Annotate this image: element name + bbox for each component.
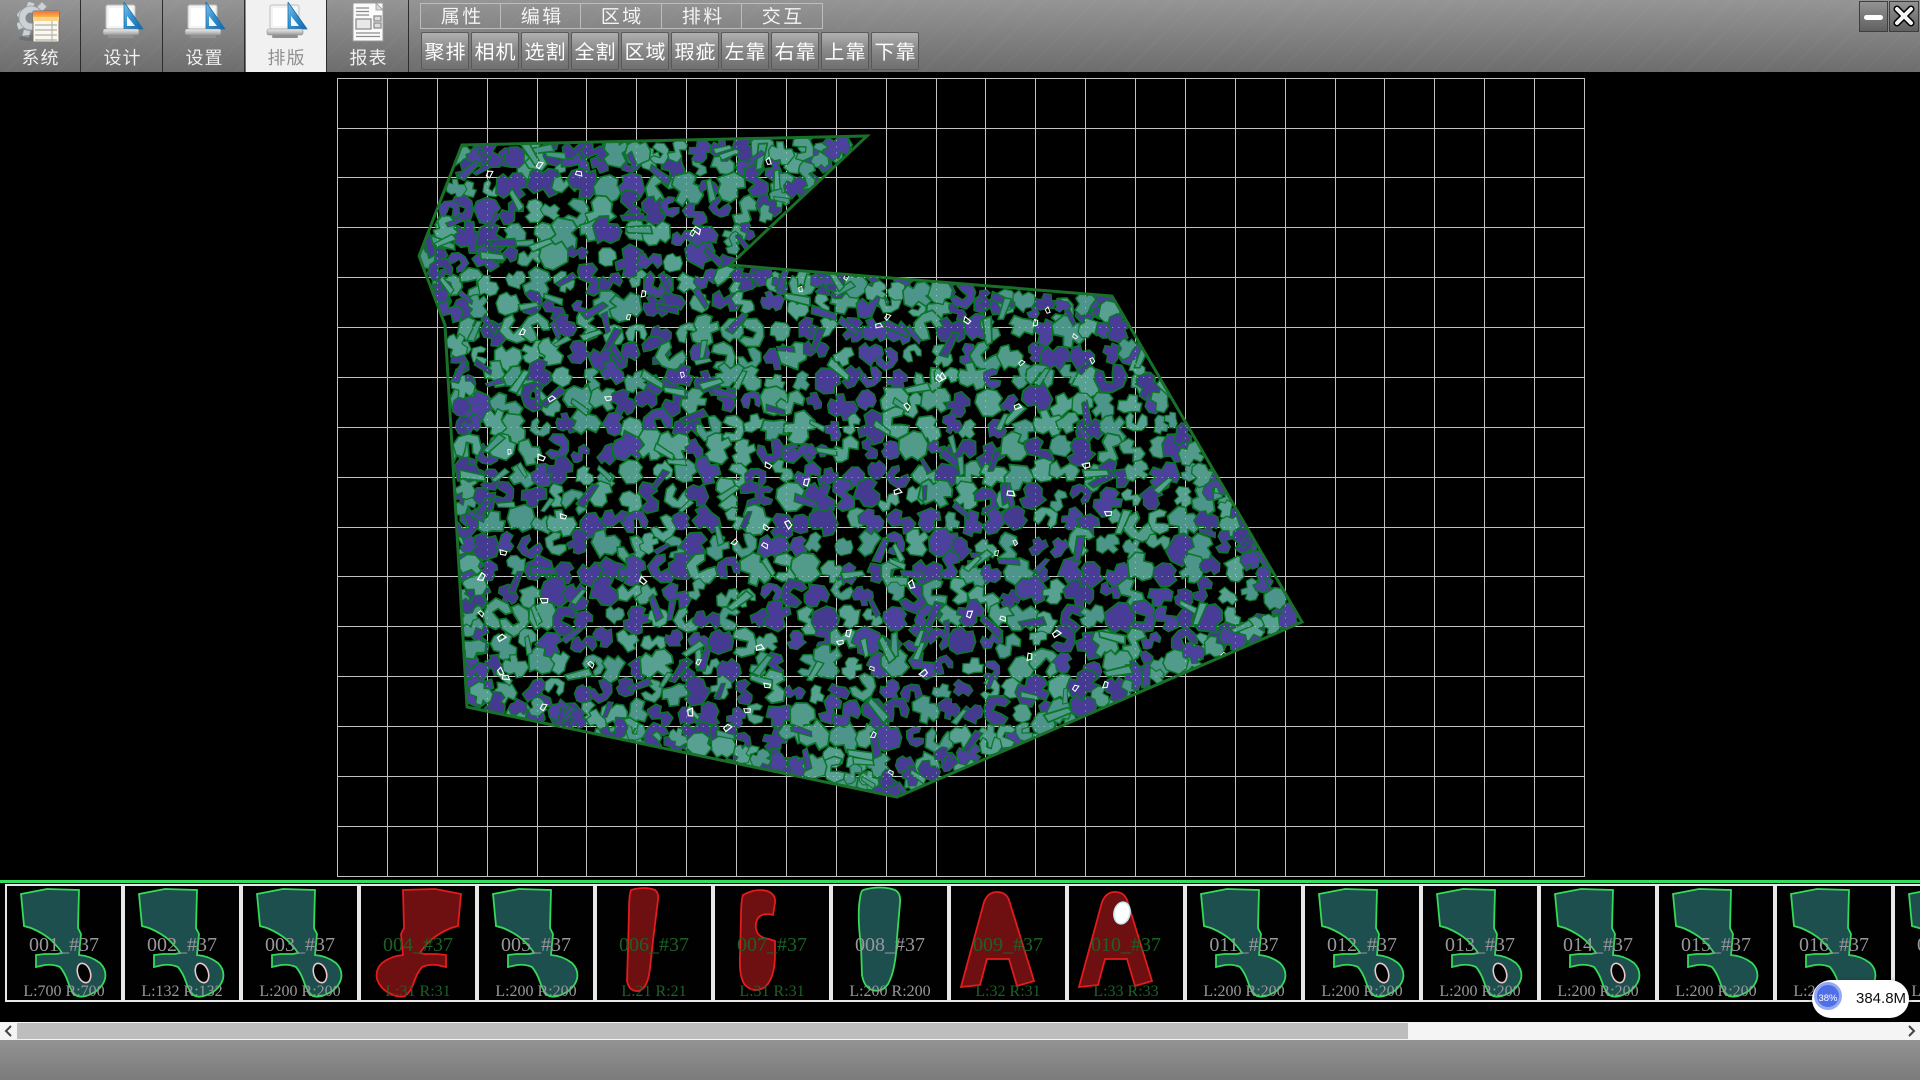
svg-text:012_#37: 012_#37 — [1327, 934, 1397, 956]
svg-text:015_#37: 015_#37 — [1681, 934, 1751, 956]
svg-text:004_#37: 004_#37 — [383, 934, 453, 956]
svg-text:L:200 R:200: L:200 R:200 — [495, 983, 576, 1000]
svg-text:014_#37: 014_#37 — [1563, 934, 1633, 956]
svg-text:L:700 R:700: L:700 R:700 — [23, 983, 104, 1000]
svg-text:007_#37: 007_#37 — [737, 934, 807, 956]
svg-text:L:200 R:200: L:200 R:200 — [1911, 983, 1920, 1000]
svg-text:005_#37: 005_#37 — [501, 934, 571, 956]
svg-text:L:200 R:200: L:200 R:200 — [1675, 983, 1756, 1000]
svg-text:L:200 R:200: L:200 R:200 — [849, 983, 930, 1000]
svg-text:L:200 R:200: L:200 R:200 — [1321, 983, 1402, 1000]
svg-text:006_#37: 006_#37 — [619, 934, 689, 956]
svg-text:L:32 R:31: L:32 R:31 — [975, 983, 1040, 1000]
svg-text:L:33 R:33: L:33 R:33 — [1093, 983, 1158, 1000]
svg-text:008_#37: 008_#37 — [855, 934, 925, 956]
svg-text:L:132 R:132: L:132 R:132 — [141, 983, 222, 1000]
svg-text:L:21 R:21: L:21 R:21 — [621, 983, 686, 1000]
svg-text:L:200 R:200: L:200 R:200 — [1439, 983, 1520, 1000]
svg-text:010_#37: 010_#37 — [1091, 934, 1161, 956]
svg-text:013_#37: 013_#37 — [1445, 934, 1515, 956]
svg-text:009_#37: 009_#37 — [973, 934, 1043, 956]
svg-text:L:31 R:31: L:31 R:31 — [385, 983, 450, 1000]
svg-text:L:31 R:31: L:31 R:31 — [739, 983, 804, 1000]
svg-text:002_#37: 002_#37 — [147, 934, 217, 956]
svg-text:L:200 R:200: L:200 R:200 — [1203, 983, 1284, 1000]
svg-text:L:200 R:200: L:200 R:200 — [259, 983, 340, 1000]
svg-text:003_#37: 003_#37 — [265, 934, 335, 956]
svg-text:011_#37: 011_#37 — [1209, 934, 1278, 956]
svg-text:001_#37: 001_#37 — [29, 934, 99, 956]
svg-text:L:200 R:200: L:200 R:200 — [1557, 983, 1638, 1000]
svg-text:016_#37: 016_#37 — [1799, 934, 1869, 956]
